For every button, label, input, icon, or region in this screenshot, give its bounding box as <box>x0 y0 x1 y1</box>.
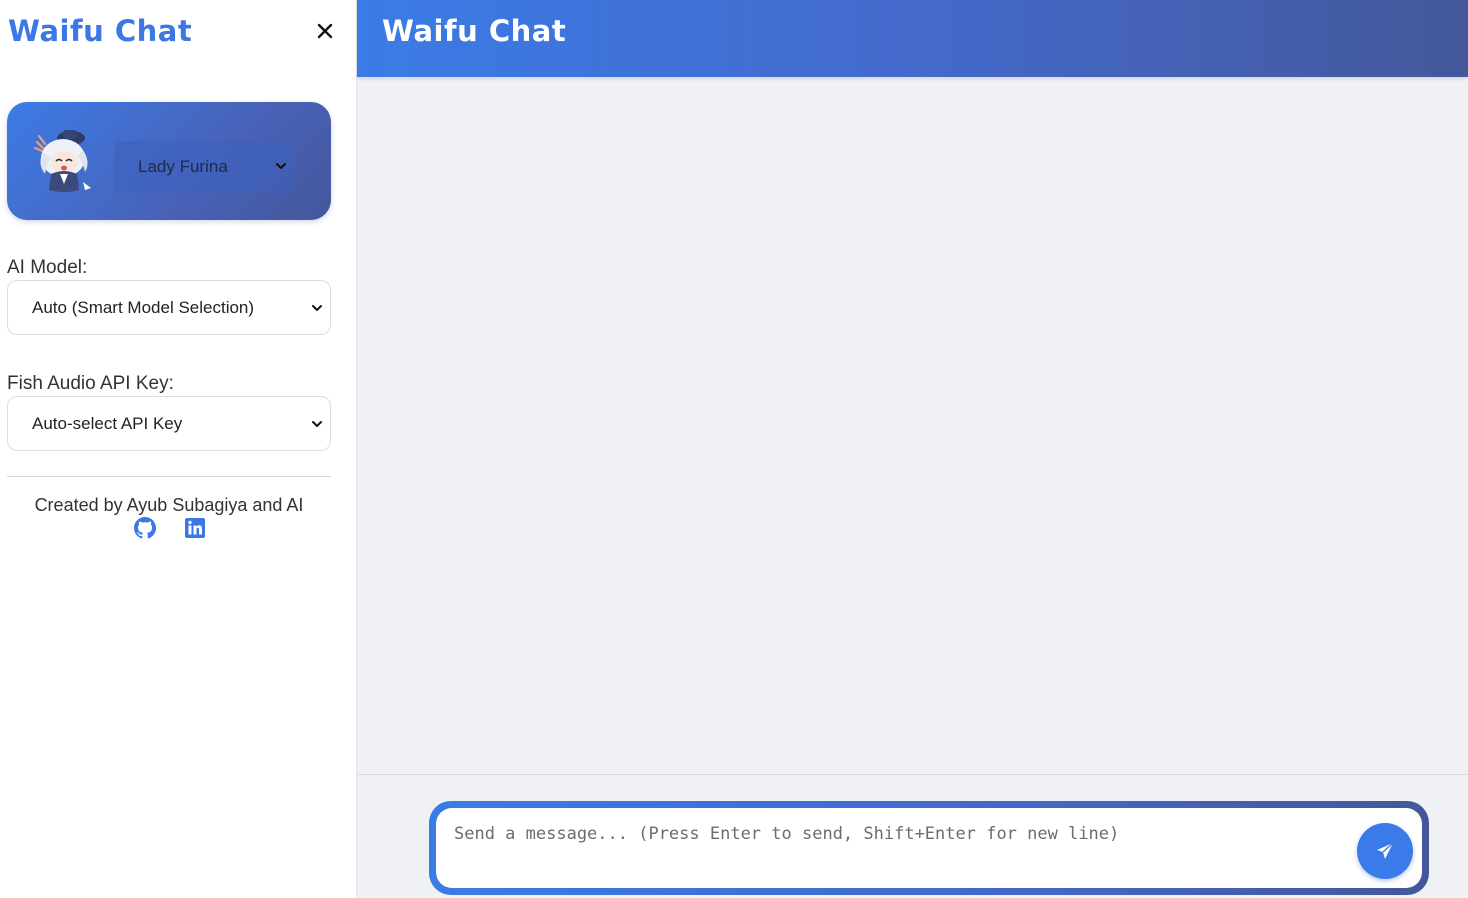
character-select[interactable]: Lady Furina <box>114 141 294 193</box>
github-link[interactable] <box>134 517 156 539</box>
fish-audio-api-key-label: Fish Audio API Key: <box>7 373 174 394</box>
github-icon <box>134 517 156 539</box>
send-icon <box>1377 842 1394 859</box>
sidebar: Waifu Chat Lady Furina AI Model: Auto (S… <box>0 0 357 898</box>
divider <box>7 476 331 477</box>
composer-inner <box>436 808 1422 888</box>
ai-model-select[interactable]: Auto (Smart Model Selection) <box>7 280 331 335</box>
composer-area <box>357 774 1468 898</box>
main-panel: Waifu Chat <box>357 0 1468 898</box>
fish-audio-api-key-select[interactable]: Auto-select API Key <box>7 396 331 451</box>
message-input[interactable] <box>454 824 1334 864</box>
chevron-down-icon <box>312 305 322 311</box>
send-button[interactable] <box>1357 823 1413 879</box>
ai-model-label: AI Model: <box>7 257 88 278</box>
character-select-value: Lady Furina <box>138 157 228 176</box>
linkedin-link[interactable] <box>184 517 206 539</box>
character-card: Lady Furina <box>7 102 331 220</box>
linkedin-icon <box>185 518 205 538</box>
chevron-down-icon <box>276 163 286 169</box>
credit-text: Created by Ayub Subagiya and AI <box>34 495 304 515</box>
fish-audio-api-key-select-value: Auto-select API Key <box>32 413 183 433</box>
chevron-down-icon <box>312 421 322 427</box>
close-sidebar-button[interactable] <box>312 18 338 44</box>
character-avatar <box>33 128 95 194</box>
header-title: Waifu Chat <box>382 14 567 48</box>
composer-frame <box>429 801 1429 895</box>
sidebar-title: Waifu Chat <box>8 14 193 48</box>
header-bar: Waifu Chat <box>357 0 1468 77</box>
close-icon <box>317 23 333 39</box>
chat-messages-area <box>357 77 1468 774</box>
ai-model-select-value: Auto (Smart Model Selection) <box>32 297 255 317</box>
